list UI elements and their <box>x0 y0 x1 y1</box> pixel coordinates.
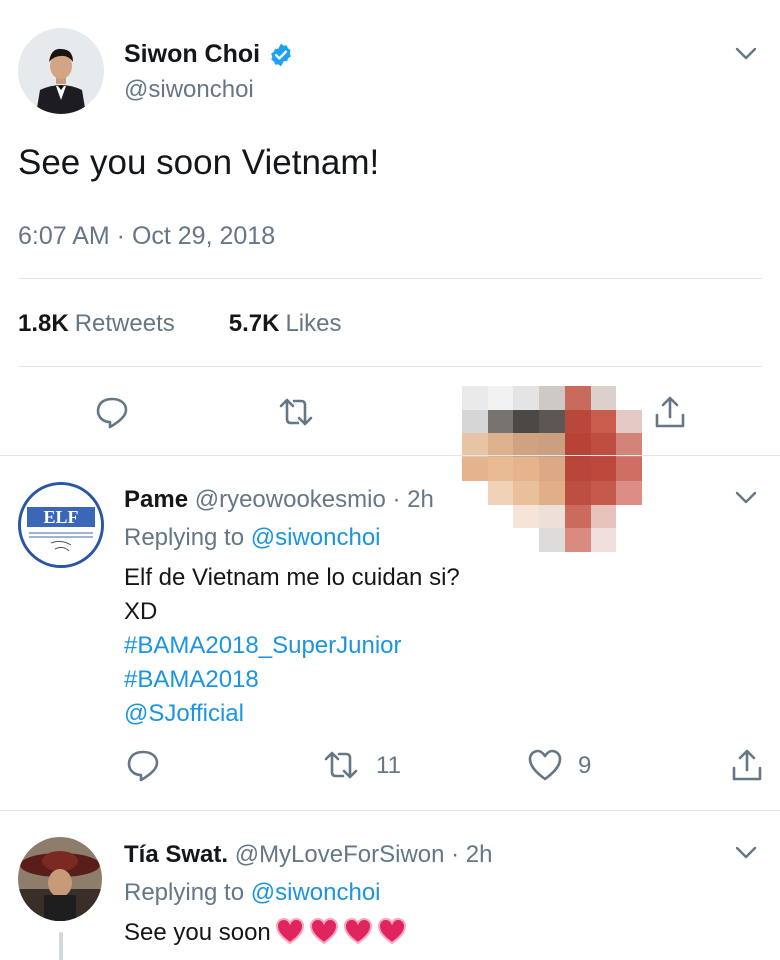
replying-mention[interactable]: @siwonchoi <box>251 879 381 906</box>
retweets-label: Retweets <box>74 310 175 337</box>
author-name[interactable]: Siwon Choi <box>124 40 294 69</box>
chevron-down-icon[interactable] <box>731 837 761 867</box>
like-count: 9 <box>578 752 592 779</box>
reply-header: Tía Swat. @MyLoveForSiwon · 2h <box>124 841 493 869</box>
thread-connector-line <box>59 932 63 960</box>
reply-time[interactable]: · 2h <box>393 486 434 513</box>
retweet-icon[interactable] <box>277 393 315 431</box>
reply-tweet[interactable]: Tía Swat. @MyLoveForSiwon · 2h Replying … <box>0 811 780 960</box>
divider <box>18 366 762 367</box>
retweet-icon[interactable] <box>322 746 358 780</box>
reply-time[interactable]: · 2h <box>451 841 492 868</box>
heart-emoji-icon <box>373 917 407 946</box>
reply-text: See you soon <box>124 919 271 946</box>
replying-mention[interactable]: @siwonchoi <box>251 524 381 551</box>
author-avatar[interactable] <box>18 28 104 114</box>
retweet-count: 11 <box>376 752 401 779</box>
heart-emoji-icon <box>305 917 339 946</box>
likes-count: 5.7K <box>228 310 280 337</box>
elf-logo-text: ELF <box>43 507 78 527</box>
retweets-stat[interactable]: 1.8K Retweets <box>18 310 175 338</box>
share-icon[interactable] <box>651 393 689 431</box>
tweet-timestamp[interactable]: 6:07 AM · Oct 29, 2018 <box>18 222 275 251</box>
reply-header: Pame @ryeowookesmio · 2h <box>124 486 434 514</box>
heart-icon[interactable] <box>526 746 562 781</box>
reply-avatar[interactable]: ELF <box>18 482 104 568</box>
main-tweet: Siwon Choi @siwonchoi See you soon Vietn… <box>0 0 780 552</box>
divider <box>18 278 762 279</box>
replying-prefix: Replying to <box>124 524 245 551</box>
likes-label: Likes <box>285 310 342 337</box>
verified-badge-icon <box>268 42 294 68</box>
author-name-text[interactable]: Siwon Choi <box>124 40 260 69</box>
replying-to: Replying to @siwonchoi <box>124 879 381 907</box>
author-handle[interactable]: @siwonchoi <box>124 76 254 104</box>
tweet-text: See you soon Vietnam! <box>18 143 380 182</box>
reply-author-handle[interactable]: @MyLoveForSiwon <box>235 841 445 868</box>
reply-author-name[interactable]: Pame <box>124 486 188 513</box>
share-icon[interactable] <box>728 746 762 781</box>
tweet-stats: 1.8K Retweets 5.7K Likes <box>18 310 341 338</box>
chevron-down-icon[interactable] <box>731 482 761 512</box>
reply-tweet[interactable]: ELF Pame @ryeowookesmio · 2h Replying to… <box>0 456 780 810</box>
reply-icon[interactable] <box>93 393 131 431</box>
replying-prefix: Replying to <box>124 879 245 906</box>
reply-text-line: See you soon <box>124 917 407 947</box>
likes-stat[interactable]: 5.7K Likes <box>229 310 342 338</box>
chevron-down-icon[interactable] <box>731 38 761 68</box>
reply-text-line: Elf de Vietnam me lo cuidan si? <box>124 564 460 591</box>
reply-author-handle[interactable]: @ryeowookesmio <box>195 486 386 513</box>
hashtag-link[interactable]: #BAMA2018_SuperJunior <box>124 632 402 660</box>
reply-avatar[interactable] <box>18 837 102 921</box>
mention-link[interactable]: @SJofficial <box>124 700 244 728</box>
hashtag-link[interactable]: #BAMA2018 <box>124 666 259 694</box>
reply-icon[interactable] <box>124 746 159 782</box>
heart-emoji-icon <box>339 917 373 946</box>
reply-author-name[interactable]: Tía Swat. <box>124 841 228 868</box>
replying-to: Replying to @siwonchoi <box>124 524 381 552</box>
heart-emoji-icon <box>271 917 305 946</box>
retweets-count: 1.8K <box>18 310 69 337</box>
reply-text-line: XD <box>124 598 158 625</box>
